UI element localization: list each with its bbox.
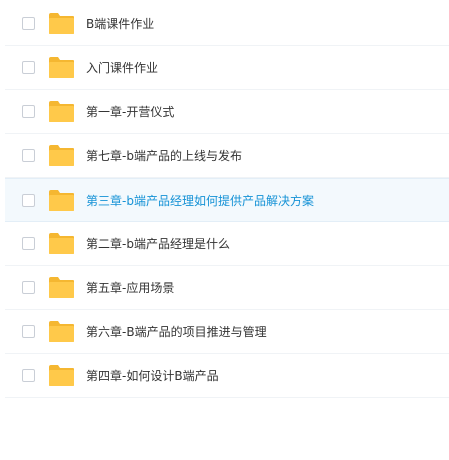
file-list: B端课件作业 入门课件作业 第一章-开营仪式 第七章-b端产品的上线与发布 第三… — [0, 0, 449, 398]
file-name[interactable]: 第六章-B端产品的项目推进与管理 — [86, 323, 267, 340]
file-name[interactable]: B端课件作业 — [86, 15, 154, 32]
row-checkbox[interactable] — [22, 61, 35, 74]
folder-icon — [48, 56, 75, 79]
row-checkbox[interactable] — [22, 281, 35, 294]
row-checkbox[interactable] — [22, 149, 35, 162]
folder-icon — [48, 364, 75, 387]
row-checkbox[interactable] — [22, 105, 35, 118]
file-name[interactable]: 第三章-b端产品经理如何提供产品解决方案 — [86, 192, 314, 209]
row-checkbox[interactable] — [22, 237, 35, 250]
folder-icon — [48, 189, 75, 212]
folder-icon — [48, 276, 75, 299]
list-item[interactable]: 第六章-B端产品的项目推进与管理 — [5, 310, 449, 354]
row-checkbox[interactable] — [22, 325, 35, 338]
list-item-hovered[interactable]: 第三章-b端产品经理如何提供产品解决方案 — [5, 178, 449, 222]
list-item[interactable]: 第一章-开营仪式 — [5, 90, 449, 134]
folder-icon — [48, 12, 75, 35]
folder-icon — [48, 320, 75, 343]
folder-icon — [48, 100, 75, 123]
row-checkbox[interactable] — [22, 17, 35, 30]
list-item[interactable]: 第五章-应用场景 — [5, 266, 449, 310]
file-name[interactable]: 第五章-应用场景 — [86, 279, 174, 296]
row-checkbox[interactable] — [22, 369, 35, 382]
list-item[interactable]: 第二章-b端产品经理是什么 — [5, 222, 449, 266]
folder-icon — [48, 144, 75, 167]
row-checkbox[interactable] — [22, 193, 35, 207]
list-item[interactable]: 第七章-b端产品的上线与发布 — [5, 134, 449, 178]
file-name[interactable]: 第四章-如何设计B端产品 — [86, 367, 219, 384]
file-name[interactable]: 入门课件作业 — [86, 59, 158, 76]
file-name[interactable]: 第二章-b端产品经理是什么 — [86, 235, 230, 252]
list-item[interactable]: 第四章-如何设计B端产品 — [5, 354, 449, 398]
list-item[interactable]: 入门课件作业 — [5, 46, 449, 90]
list-item[interactable]: B端课件作业 — [5, 2, 449, 46]
file-name[interactable]: 第一章-开营仪式 — [86, 103, 174, 120]
file-name[interactable]: 第七章-b端产品的上线与发布 — [86, 147, 242, 164]
folder-icon — [48, 232, 75, 255]
